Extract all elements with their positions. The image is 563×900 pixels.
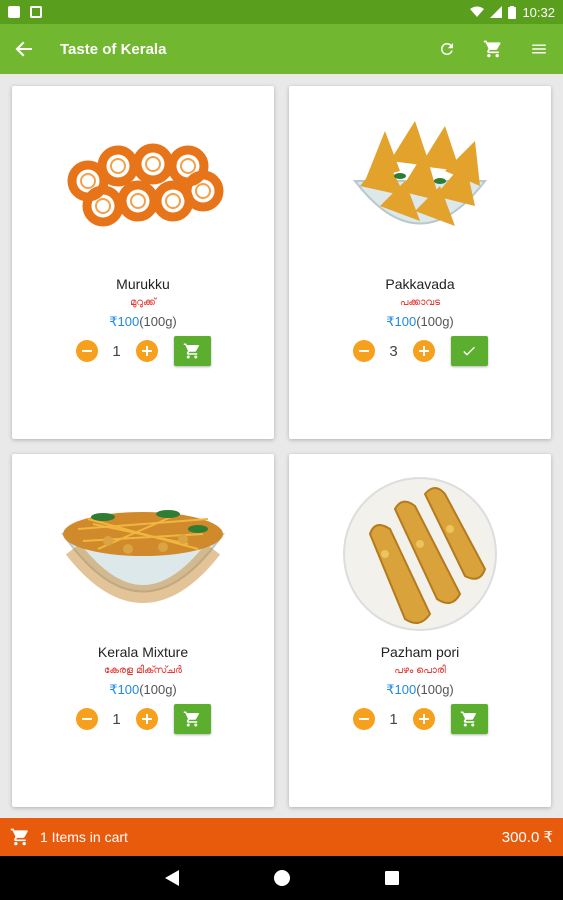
nav-back-icon[interactable] xyxy=(164,870,179,886)
status-time: 10:32 xyxy=(522,4,555,20)
product-image-kerala-mixture xyxy=(58,474,228,634)
product-image-pazham-pori xyxy=(335,474,505,634)
nav-recents-icon[interactable] xyxy=(384,871,399,885)
increase-button[interactable] xyxy=(412,708,435,730)
product-name-malayalam: പക്കാവട xyxy=(399,297,441,308)
add-to-cart-icon xyxy=(183,711,199,727)
cart-icon xyxy=(483,40,501,58)
quantity-value: 1 xyxy=(112,342,121,360)
product-image-pakkavada xyxy=(335,106,505,266)
refresh-button[interactable] xyxy=(435,37,459,61)
product-card[interactable]: Kerala Mixture കേരള മിക്സ്ചർ ₹100(100g) … xyxy=(12,454,274,807)
plus-icon xyxy=(141,346,152,356)
battery-icon xyxy=(508,5,517,19)
cart-icon xyxy=(10,828,28,846)
refresh-icon xyxy=(440,42,453,55)
status-bar: 10:32 xyxy=(0,0,563,24)
minus-icon xyxy=(358,718,369,720)
quantity-stepper: 3 xyxy=(352,336,488,366)
cart-summary-bar[interactable]: 1 Items in cart 300.0 ₹ xyxy=(0,818,563,856)
system-nav-bar xyxy=(0,856,563,900)
price-value: ₹100 xyxy=(109,682,140,697)
add-to-cart-button[interactable] xyxy=(173,704,211,734)
decrease-button[interactable] xyxy=(352,340,375,362)
increase-button[interactable] xyxy=(135,708,158,730)
plus-icon xyxy=(418,714,429,724)
minus-icon xyxy=(81,718,92,720)
app-notification-icon xyxy=(30,6,42,18)
in-cart-button[interactable] xyxy=(450,336,488,366)
decrease-button[interactable] xyxy=(352,708,375,730)
add-to-cart-icon xyxy=(460,711,476,727)
add-to-cart-button[interactable] xyxy=(450,704,488,734)
quantity-value: 1 xyxy=(112,710,121,728)
product-name: Pakkavada xyxy=(385,276,455,292)
product-image-murukku xyxy=(58,106,228,266)
menu-icon xyxy=(532,44,546,54)
menu-button[interactable] xyxy=(527,37,551,61)
quantity-value: 1 xyxy=(389,710,398,728)
plus-icon xyxy=(418,346,429,356)
product-name: Pazham pori xyxy=(380,644,460,660)
product-card[interactable]: Pazham pori പഴം പൊരി ₹100(100g) 1 xyxy=(289,454,551,807)
back-button[interactable] xyxy=(12,37,36,61)
cart-item-count: 1 Items in cart xyxy=(40,829,128,845)
minus-icon xyxy=(81,350,92,352)
product-price: ₹100(100g) xyxy=(109,314,177,330)
product-name-malayalam: കേരള മിക്സ്ചർ xyxy=(103,665,183,676)
price-unit: (100g) xyxy=(416,314,454,329)
cart-total: 300.0 ₹ xyxy=(501,829,553,846)
product-grid: Murukku മുറുക്ക് ₹100(100g) 1 Pakkavada … xyxy=(12,86,553,807)
wifi-icon xyxy=(470,6,485,17)
product-name-malayalam: പഴം പൊരി xyxy=(394,665,446,676)
plus-icon xyxy=(141,714,152,724)
add-to-cart-button[interactable] xyxy=(173,336,211,366)
back-arrow-icon xyxy=(15,41,32,57)
app-bar: Taste of Kerala xyxy=(0,24,563,74)
signal-icon xyxy=(490,6,503,18)
product-price: ₹100(100g) xyxy=(109,682,177,698)
product-name: Murukku xyxy=(116,276,170,292)
quantity-stepper: 1 xyxy=(75,704,211,734)
decrease-button[interactable] xyxy=(75,708,98,730)
price-unit: (100g) xyxy=(139,314,177,329)
increase-button[interactable] xyxy=(412,340,435,362)
product-card[interactable]: Pakkavada പക്കാവട ₹100(100g) 3 xyxy=(289,86,551,439)
price-value: ₹100 xyxy=(109,314,140,329)
product-price: ₹100(100g) xyxy=(386,314,454,330)
price-unit: (100g) xyxy=(416,682,454,697)
page-title: Taste of Kerala xyxy=(60,40,167,58)
nav-home-icon[interactable] xyxy=(273,870,290,886)
quantity-stepper: 1 xyxy=(75,336,211,366)
quantity-value: 3 xyxy=(389,342,398,360)
product-name: Kerala Mixture xyxy=(97,644,189,660)
notification-icon xyxy=(8,6,20,18)
product-price: ₹100(100g) xyxy=(386,682,454,698)
product-card[interactable]: Murukku മുറുക്ക് ₹100(100g) 1 xyxy=(12,86,274,439)
price-value: ₹100 xyxy=(386,314,417,329)
increase-button[interactable] xyxy=(135,340,158,362)
cart-button[interactable] xyxy=(481,37,505,61)
price-value: ₹100 xyxy=(386,682,417,697)
check-icon xyxy=(463,346,475,356)
product-name-malayalam: മുറുക്ക് xyxy=(130,297,156,308)
decrease-button[interactable] xyxy=(75,340,98,362)
add-to-cart-icon xyxy=(183,343,199,359)
minus-icon xyxy=(358,350,369,352)
price-unit: (100g) xyxy=(139,682,177,697)
quantity-stepper: 1 xyxy=(352,704,488,734)
